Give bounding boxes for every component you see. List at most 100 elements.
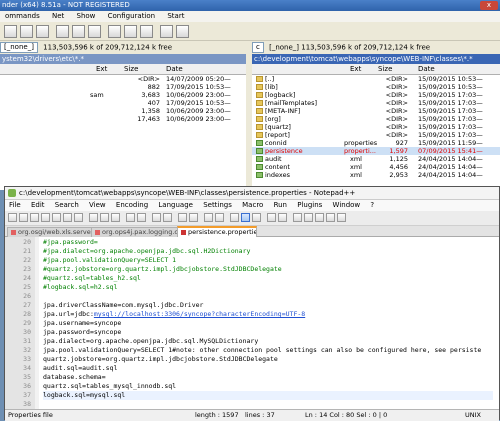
np-title: c:\development\tomcat\webapps\syncope\WE… [19, 189, 356, 197]
paste-icon[interactable] [111, 213, 120, 222]
list-item[interactable]: [org] <DIR> 15/09/2015 17:03— [252, 115, 500, 123]
sync-dirs-icon[interactable] [160, 25, 173, 38]
col-date[interactable]: Date [418, 64, 435, 74]
list-item[interactable]: 882 17/09/2015 10:53— [0, 83, 246, 91]
col-ext[interactable]: Ext [350, 64, 361, 74]
menu-plugins[interactable]: Plugins [293, 200, 326, 211]
close-file-icon[interactable] [52, 213, 61, 222]
right-file-list[interactable]: [..] <DIR> 15/09/2015 10:53— [lib] <DIR>… [252, 75, 500, 190]
list-item[interactable]: [quartz] <DIR> 15/09/2015 17:03— [252, 123, 500, 131]
sync-v-scroll-icon[interactable] [204, 213, 213, 222]
list-item[interactable]: [logback] <DIR> 15/09/2015 17:03— [252, 91, 500, 99]
refresh-icon[interactable] [4, 25, 17, 38]
new-file-icon[interactable] [8, 213, 17, 222]
menu-show[interactable]: Show [72, 11, 101, 22]
record-macro-icon[interactable] [293, 213, 302, 222]
list-item[interactable]: [lib] <DIR> 15/09/2015 10:53— [252, 83, 500, 91]
close-tab-icon[interactable] [95, 229, 100, 235]
open-file-icon[interactable] [19, 213, 28, 222]
list-item-selected[interactable]: persistence properti... 1,597 07/09/2015… [252, 147, 500, 155]
ftp-icon[interactable] [108, 25, 121, 38]
tab-pax-logging-cfg[interactable]: org.ops4j.pax.logging.cfg [91, 227, 181, 237]
list-item[interactable]: content xml 4,456 24/04/2015 14:04— [252, 163, 500, 171]
left-drive-select[interactable]: [_none_] [0, 42, 38, 53]
save-macro-icon[interactable] [337, 213, 346, 222]
zoom-out-icon[interactable] [189, 213, 198, 222]
menu-edit[interactable]: Edit [27, 200, 49, 211]
menu-net[interactable]: Net [47, 11, 69, 22]
menu-run[interactable]: Run [270, 200, 291, 211]
close-tab-icon[interactable] [181, 229, 186, 235]
sync-h-scroll-icon[interactable] [215, 213, 224, 222]
list-item[interactable]: audit xml 1,125 24/04/2015 14:04— [252, 155, 500, 163]
full-view-icon[interactable] [36, 25, 49, 38]
brief-view-icon[interactable] [20, 25, 33, 38]
find-icon[interactable] [152, 213, 161, 222]
cut-icon[interactable] [89, 213, 98, 222]
list-item[interactable]: 1,358 10/06/2009 23:00— [0, 107, 246, 115]
list-item[interactable]: [mailTemplates] <DIR> 15/09/2015 17:03— [252, 99, 500, 107]
list-item[interactable]: 17,463 10/06/2009 23:00— [0, 115, 246, 123]
redo-icon[interactable] [137, 213, 146, 222]
code-line: #logback.sql=h2.sql [43, 283, 118, 291]
line-number: 29 [23, 319, 31, 327]
multi-rename-icon[interactable] [140, 25, 153, 38]
close-tab-icon[interactable] [11, 229, 16, 235]
menu-help[interactable]: ? [366, 200, 378, 211]
col-date[interactable]: Date [166, 64, 183, 74]
notepad-icon[interactable] [176, 25, 189, 38]
list-item[interactable]: connid properties 927 15/09/2015 11:59— [252, 139, 500, 147]
run-macro-multi-icon[interactable] [326, 213, 335, 222]
col-size[interactable]: Size [124, 64, 138, 74]
tab-web-xls-cfg[interactable]: org.osgi/web.xls.server.cfg [7, 227, 95, 237]
close-button[interactable]: x [480, 1, 498, 10]
doc-map-icon[interactable] [267, 213, 276, 222]
copy-icon[interactable] [100, 213, 109, 222]
tree-icon[interactable] [56, 25, 69, 38]
right-path-bar[interactable]: c:\development\tomcat\webapps\syncope\WE… [252, 54, 500, 64]
menu-start[interactable]: Start [162, 11, 189, 22]
list-item[interactable]: indexes xml 2,953 24/04/2015 14:04— [252, 171, 500, 179]
menu-macro[interactable]: Macro [238, 200, 267, 211]
stop-macro-icon[interactable] [304, 213, 313, 222]
save-all-icon[interactable] [41, 213, 50, 222]
url-link[interactable]: mysql://localhost:3306/syncope?character… [94, 310, 305, 318]
print-icon[interactable] [74, 213, 83, 222]
list-item[interactable]: sam 3,683 10/06/2009 23:00— [0, 91, 246, 99]
menu-configuration[interactable]: Configuration [103, 11, 160, 22]
list-item[interactable]: 407 17/09/2015 10:53— [0, 99, 246, 107]
list-item[interactable]: <DIR> 14/07/2009 05:20— [0, 75, 246, 83]
list-item[interactable]: [report] <DIR> 15/09/2015 17:03— [252, 131, 500, 139]
play-macro-icon[interactable] [315, 213, 324, 222]
list-item[interactable]: [..] <DIR> 15/09/2015 10:53— [252, 75, 500, 83]
left-file-list[interactable]: <DIR> 14/07/2009 05:20— 882 17/09/2015 1… [0, 75, 246, 190]
undo-icon[interactable] [126, 213, 135, 222]
zip-icon[interactable] [72, 25, 85, 38]
menu-commands[interactable]: ommands [0, 11, 45, 22]
right-drive-select[interactable]: c [252, 42, 264, 53]
unzip-icon[interactable] [88, 25, 101, 38]
word-wrap-icon[interactable] [230, 213, 239, 222]
menu-view[interactable]: View [85, 200, 110, 211]
col-size[interactable]: Size [378, 64, 392, 74]
line-number: 36 [23, 382, 31, 390]
list-item[interactable]: [META-INF] <DIR> 15/09/2015 17:03— [252, 107, 500, 115]
tc-toolbar [0, 22, 500, 41]
search-icon[interactable] [124, 25, 137, 38]
zoom-in-icon[interactable] [178, 213, 187, 222]
col-ext[interactable]: Ext [96, 64, 107, 74]
function-list-icon[interactable] [278, 213, 287, 222]
indent-guide-icon[interactable] [252, 213, 261, 222]
menu-file[interactable]: File [5, 200, 25, 211]
code-editor[interactable]: 20 #jpa.password= 21 #jpa.dialect=org.ap… [5, 237, 499, 409]
menu-window[interactable]: Window [329, 200, 365, 211]
menu-settings[interactable]: Settings [199, 200, 236, 211]
menu-language[interactable]: Language [154, 200, 197, 211]
save-icon[interactable] [30, 213, 39, 222]
show-all-chars-icon[interactable] [241, 213, 250, 222]
close-all-icon[interactable] [63, 213, 72, 222]
menu-search[interactable]: Search [51, 200, 83, 211]
menu-encoding[interactable]: Encoding [112, 200, 152, 211]
replace-icon[interactable] [163, 213, 172, 222]
left-path-bar[interactable]: ystem32\drivers\etc\*.* [0, 54, 246, 64]
